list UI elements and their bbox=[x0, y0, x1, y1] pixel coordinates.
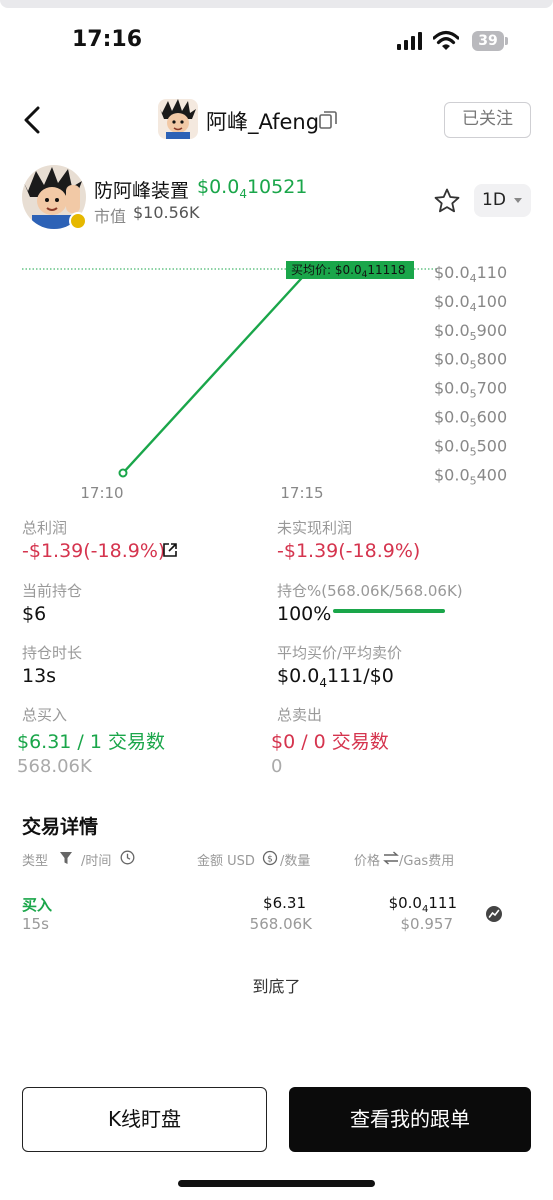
price-series-line bbox=[122, 268, 311, 474]
position-label: 持仓%(568.06K/568.06K) bbox=[277, 582, 463, 600]
total-buy-value: $6.31 / 1 交易数 bbox=[17, 731, 166, 753]
end-of-list-text: 到底了 bbox=[252, 977, 301, 996]
total-buy-label: 总买入 bbox=[22, 706, 68, 724]
filter-icon[interactable] bbox=[59, 851, 73, 865]
col-price-header: 价格 bbox=[354, 854, 381, 869]
duration-label: 持仓时长 bbox=[22, 644, 83, 662]
interval-select[interactable]: 1D bbox=[474, 184, 531, 217]
col-gas-header: /Gas费用 bbox=[399, 854, 455, 869]
cellular-signal-icon bbox=[397, 32, 422, 50]
trade-row-qty: 568.06K bbox=[249, 915, 312, 933]
position-value: 100% bbox=[277, 603, 332, 625]
y-tick-label: $0.05500 bbox=[434, 436, 507, 458]
unrealized-profit-label: 未实现利润 bbox=[277, 519, 353, 537]
wifi-icon bbox=[433, 30, 459, 50]
total-sell-label: 总卖出 bbox=[277, 706, 323, 724]
total-profit-value: -$1.39(-18.9%) bbox=[22, 540, 166, 562]
trade-row-type: 买入 bbox=[22, 896, 53, 914]
total-sell-qty: 0 bbox=[271, 756, 283, 777]
price-chart: 买均价: $0.0411118 $0.04110$0.04100$0.05900… bbox=[22, 261, 507, 502]
username: 阿峰_Afeng bbox=[206, 110, 320, 134]
y-tick-label: $0.05700 bbox=[434, 379, 507, 401]
col-amount-header: 金额 USD bbox=[197, 854, 255, 869]
y-tick-label: $0.04110 bbox=[434, 263, 507, 285]
tx-explorer-icon[interactable] bbox=[485, 905, 503, 923]
holding-label: 当前持仓 bbox=[22, 582, 83, 600]
view-my-copytrade-button[interactable]: 查看我的跟单 bbox=[289, 1087, 531, 1152]
user-avatar[interactable] bbox=[158, 99, 198, 139]
y-tick-label: $0.04100 bbox=[434, 292, 507, 314]
market-cap-value: $10.56K bbox=[133, 203, 200, 222]
verified-badge-icon bbox=[69, 212, 87, 230]
share-external-icon[interactable] bbox=[162, 542, 178, 558]
duration-value: 13s bbox=[22, 665, 57, 687]
top-strip bbox=[0, 0, 553, 8]
trade-details-title: 交易详情 bbox=[22, 816, 99, 838]
kline-watch-button[interactable]: K线盯盘 bbox=[22, 1087, 267, 1152]
status-time: 17:16 bbox=[72, 27, 143, 52]
position-progress-bar bbox=[333, 609, 445, 613]
favorite-star-icon[interactable] bbox=[433, 187, 461, 215]
clock-icon[interactable] bbox=[120, 850, 135, 865]
trade-row-amount: $6.31 bbox=[263, 894, 306, 912]
interval-label: 1D bbox=[482, 190, 506, 210]
swap-arrows-icon[interactable] bbox=[383, 851, 399, 865]
y-tick-label: $0.05600 bbox=[434, 408, 507, 430]
y-tick-label: $0.05900 bbox=[434, 321, 507, 343]
holding-value: $6 bbox=[22, 603, 47, 625]
back-icon[interactable] bbox=[18, 104, 46, 136]
col-type-header: 类型 bbox=[22, 854, 49, 869]
token-price: $0.0410521 bbox=[197, 176, 308, 201]
total-buy-qty: 568.06K bbox=[17, 756, 92, 777]
col-qty-header: /数量 bbox=[280, 854, 311, 869]
trade-row-time: 15s bbox=[22, 915, 49, 933]
total-profit-label: 总利润 bbox=[22, 519, 68, 537]
market-cap-label: 市值 bbox=[94, 207, 127, 226]
x-tick-label: 17:15 bbox=[280, 484, 323, 502]
x-tick-label: 17:10 bbox=[80, 484, 123, 502]
y-tick-label: $0.05400 bbox=[434, 465, 507, 487]
following-button[interactable]: 已关注 bbox=[444, 102, 531, 138]
home-indicator[interactable] bbox=[178, 1180, 375, 1187]
avg-price-label: 平均买价/平均卖价 bbox=[277, 644, 403, 662]
battery-icon: 39 bbox=[472, 31, 508, 51]
caret-down-icon bbox=[514, 198, 522, 203]
battery-level: 39 bbox=[478, 33, 498, 49]
col-time-header: /时间 bbox=[81, 854, 112, 869]
unrealized-profit-value: -$1.39(-18.9%) bbox=[277, 540, 421, 562]
y-tick-label: $0.05800 bbox=[434, 350, 507, 372]
total-sell-value: $0 / 0 交易数 bbox=[271, 731, 389, 753]
currency-switch-icon[interactable]: $ bbox=[262, 850, 278, 866]
token-name: 防阿峰装置 bbox=[94, 180, 190, 202]
trade-row-price: $0.04111 bbox=[388, 894, 457, 915]
avg-price-value: $0.04111/$0 bbox=[277, 665, 394, 690]
price-start-point bbox=[118, 468, 128, 478]
svg-text:$: $ bbox=[267, 855, 273, 865]
copy-icon[interactable] bbox=[318, 110, 338, 130]
trade-row-gas: $0.957 bbox=[400, 915, 454, 933]
